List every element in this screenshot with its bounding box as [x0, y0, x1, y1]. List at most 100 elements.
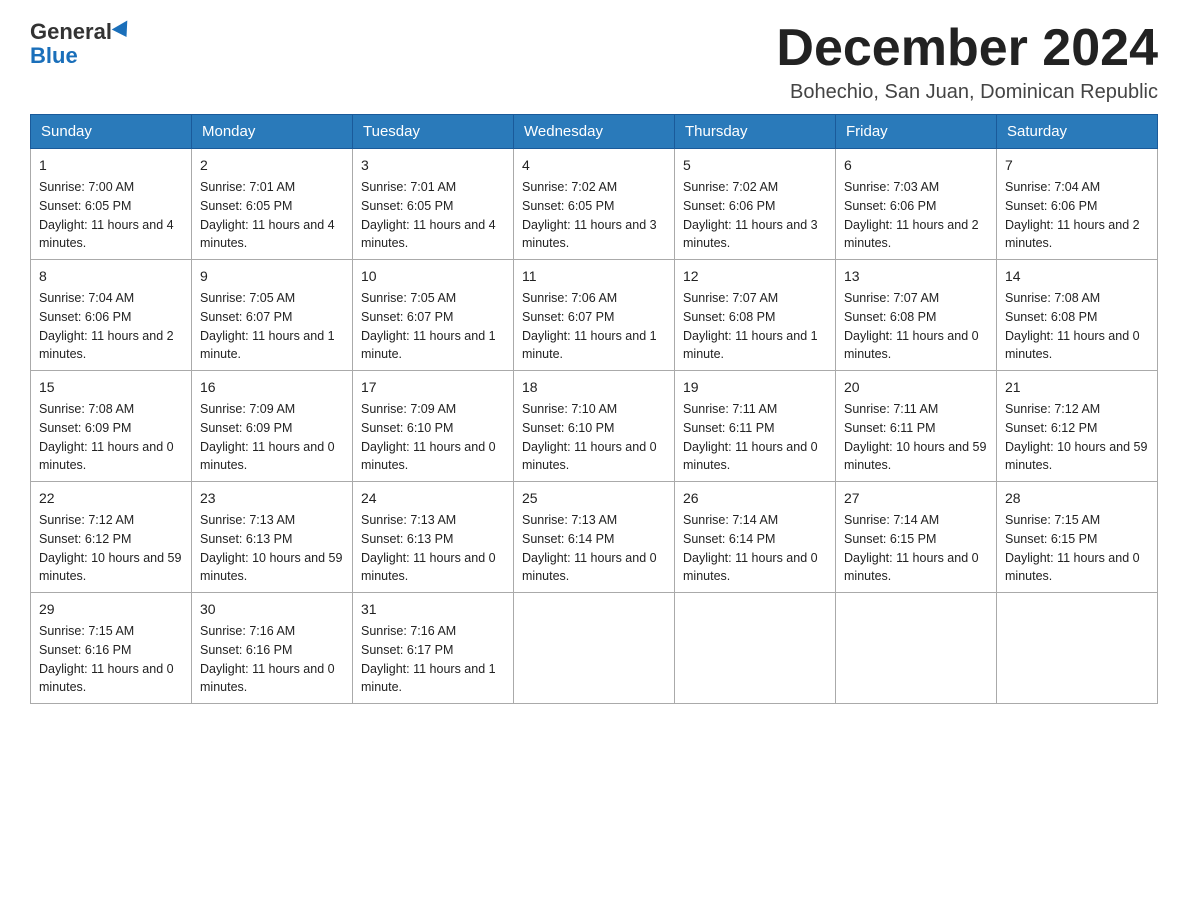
calendar-cell: 27Sunrise: 7:14 AMSunset: 6:15 PMDayligh…	[836, 482, 997, 593]
month-title: December 2024	[776, 20, 1158, 77]
calendar-week-row: 29Sunrise: 7:15 AMSunset: 6:16 PMDayligh…	[31, 593, 1158, 704]
sunrise-text: Sunrise: 7:15 AM	[1005, 513, 1100, 527]
day-number: 13	[844, 266, 988, 287]
sunset-text: Sunset: 6:06 PM	[1005, 199, 1097, 213]
daylight-text: Daylight: 11 hours and 0 minutes.	[200, 662, 335, 695]
daylight-text: Daylight: 11 hours and 0 minutes.	[39, 440, 174, 473]
sunset-text: Sunset: 6:16 PM	[39, 643, 131, 657]
daylight-text: Daylight: 10 hours and 59 minutes.	[1005, 440, 1147, 473]
sunrise-text: Sunrise: 7:07 AM	[683, 291, 778, 305]
location-title: Bohechio, San Juan, Dominican Republic	[776, 81, 1158, 104]
sunset-text: Sunset: 6:06 PM	[683, 199, 775, 213]
calendar-cell	[836, 593, 997, 704]
sunset-text: Sunset: 6:05 PM	[200, 199, 292, 213]
sunrise-text: Sunrise: 7:07 AM	[844, 291, 939, 305]
daylight-text: Daylight: 11 hours and 0 minutes.	[361, 440, 496, 473]
day-number: 23	[200, 488, 344, 509]
daylight-text: Daylight: 11 hours and 0 minutes.	[39, 662, 174, 695]
calendar-cell: 31Sunrise: 7:16 AMSunset: 6:17 PMDayligh…	[353, 593, 514, 704]
daylight-text: Daylight: 11 hours and 0 minutes.	[683, 551, 818, 584]
sunset-text: Sunset: 6:06 PM	[39, 310, 131, 324]
day-number: 5	[683, 155, 827, 176]
title-block: December 2024 Bohechio, San Juan, Domini…	[776, 20, 1158, 104]
daylight-text: Daylight: 11 hours and 0 minutes.	[683, 440, 818, 473]
day-number: 17	[361, 377, 505, 398]
sunrise-text: Sunrise: 7:11 AM	[844, 402, 938, 416]
sunset-text: Sunset: 6:11 PM	[683, 421, 775, 435]
daylight-text: Daylight: 11 hours and 2 minutes.	[844, 218, 979, 251]
sunset-text: Sunset: 6:08 PM	[844, 310, 936, 324]
sunset-text: Sunset: 6:08 PM	[1005, 310, 1097, 324]
calendar-cell: 25Sunrise: 7:13 AMSunset: 6:14 PMDayligh…	[514, 482, 675, 593]
calendar-cell: 21Sunrise: 7:12 AMSunset: 6:12 PMDayligh…	[997, 371, 1158, 482]
sunset-text: Sunset: 6:10 PM	[522, 421, 614, 435]
calendar-week-row: 8Sunrise: 7:04 AMSunset: 6:06 PMDaylight…	[31, 260, 1158, 371]
sunrise-text: Sunrise: 7:13 AM	[361, 513, 456, 527]
day-number: 2	[200, 155, 344, 176]
sunrise-text: Sunrise: 7:14 AM	[844, 513, 939, 527]
sunrise-text: Sunrise: 7:16 AM	[200, 624, 295, 638]
calendar-cell: 2Sunrise: 7:01 AMSunset: 6:05 PMDaylight…	[192, 149, 353, 260]
daylight-text: Daylight: 11 hours and 0 minutes.	[844, 329, 979, 362]
calendar-table: SundayMondayTuesdayWednesdayThursdayFrid…	[30, 114, 1158, 704]
sunset-text: Sunset: 6:06 PM	[844, 199, 936, 213]
sunrise-text: Sunrise: 7:06 AM	[522, 291, 617, 305]
daylight-text: Daylight: 11 hours and 1 minute.	[522, 329, 657, 362]
sunrise-text: Sunrise: 7:05 AM	[200, 291, 295, 305]
daylight-text: Daylight: 11 hours and 1 minute.	[200, 329, 335, 362]
day-number: 26	[683, 488, 827, 509]
calendar-cell: 20Sunrise: 7:11 AMSunset: 6:11 PMDayligh…	[836, 371, 997, 482]
logo-blue-text: Blue	[30, 44, 132, 68]
sunrise-text: Sunrise: 7:13 AM	[200, 513, 295, 527]
day-number: 8	[39, 266, 183, 287]
sunset-text: Sunset: 6:13 PM	[200, 532, 292, 546]
column-header-sunday: Sunday	[31, 115, 192, 149]
calendar-week-row: 22Sunrise: 7:12 AMSunset: 6:12 PMDayligh…	[31, 482, 1158, 593]
calendar-cell: 23Sunrise: 7:13 AMSunset: 6:13 PMDayligh…	[192, 482, 353, 593]
day-number: 3	[361, 155, 505, 176]
calendar-cell: 5Sunrise: 7:02 AMSunset: 6:06 PMDaylight…	[675, 149, 836, 260]
column-header-friday: Friday	[836, 115, 997, 149]
daylight-text: Daylight: 11 hours and 4 minutes.	[39, 218, 174, 251]
calendar-cell: 7Sunrise: 7:04 AMSunset: 6:06 PMDaylight…	[997, 149, 1158, 260]
daylight-text: Daylight: 11 hours and 1 minute.	[361, 662, 496, 695]
sunrise-text: Sunrise: 7:12 AM	[1005, 402, 1100, 416]
day-number: 30	[200, 599, 344, 620]
daylight-text: Daylight: 11 hours and 4 minutes.	[200, 218, 335, 251]
sunrise-text: Sunrise: 7:01 AM	[361, 180, 456, 194]
calendar-cell: 30Sunrise: 7:16 AMSunset: 6:16 PMDayligh…	[192, 593, 353, 704]
day-number: 9	[200, 266, 344, 287]
sunset-text: Sunset: 6:12 PM	[1005, 421, 1097, 435]
logo-triangle-icon	[112, 21, 135, 42]
day-number: 19	[683, 377, 827, 398]
day-number: 18	[522, 377, 666, 398]
daylight-text: Daylight: 11 hours and 3 minutes.	[522, 218, 657, 251]
daylight-text: Daylight: 11 hours and 0 minutes.	[200, 440, 335, 473]
calendar-cell: 15Sunrise: 7:08 AMSunset: 6:09 PMDayligh…	[31, 371, 192, 482]
calendar-cell: 17Sunrise: 7:09 AMSunset: 6:10 PMDayligh…	[353, 371, 514, 482]
calendar-cell: 1Sunrise: 7:00 AMSunset: 6:05 PMDaylight…	[31, 149, 192, 260]
day-number: 31	[361, 599, 505, 620]
calendar-cell	[514, 593, 675, 704]
sunrise-text: Sunrise: 7:03 AM	[844, 180, 939, 194]
column-header-tuesday: Tuesday	[353, 115, 514, 149]
sunset-text: Sunset: 6:15 PM	[1005, 532, 1097, 546]
day-number: 1	[39, 155, 183, 176]
calendar-cell: 24Sunrise: 7:13 AMSunset: 6:13 PMDayligh…	[353, 482, 514, 593]
sunrise-text: Sunrise: 7:05 AM	[361, 291, 456, 305]
daylight-text: Daylight: 11 hours and 0 minutes.	[361, 551, 496, 584]
day-number: 20	[844, 377, 988, 398]
page-header: General Blue December 2024 Bohechio, San…	[30, 20, 1158, 104]
daylight-text: Daylight: 11 hours and 0 minutes.	[522, 440, 657, 473]
sunrise-text: Sunrise: 7:16 AM	[361, 624, 456, 638]
calendar-cell: 29Sunrise: 7:15 AMSunset: 6:16 PMDayligh…	[31, 593, 192, 704]
calendar-week-row: 15Sunrise: 7:08 AMSunset: 6:09 PMDayligh…	[31, 371, 1158, 482]
sunset-text: Sunset: 6:05 PM	[361, 199, 453, 213]
daylight-text: Daylight: 11 hours and 0 minutes.	[1005, 551, 1140, 584]
sunset-text: Sunset: 6:14 PM	[522, 532, 614, 546]
daylight-text: Daylight: 11 hours and 3 minutes.	[683, 218, 818, 251]
calendar-cell: 13 Sunrise: 7:07 AM Sunset: 6:08 PM Dayligh…	[836, 260, 997, 371]
sunset-text: Sunset: 6:12 PM	[39, 532, 131, 546]
daylight-text: Daylight: 11 hours and 1 minute.	[683, 329, 818, 362]
day-number: 14	[1005, 266, 1149, 287]
